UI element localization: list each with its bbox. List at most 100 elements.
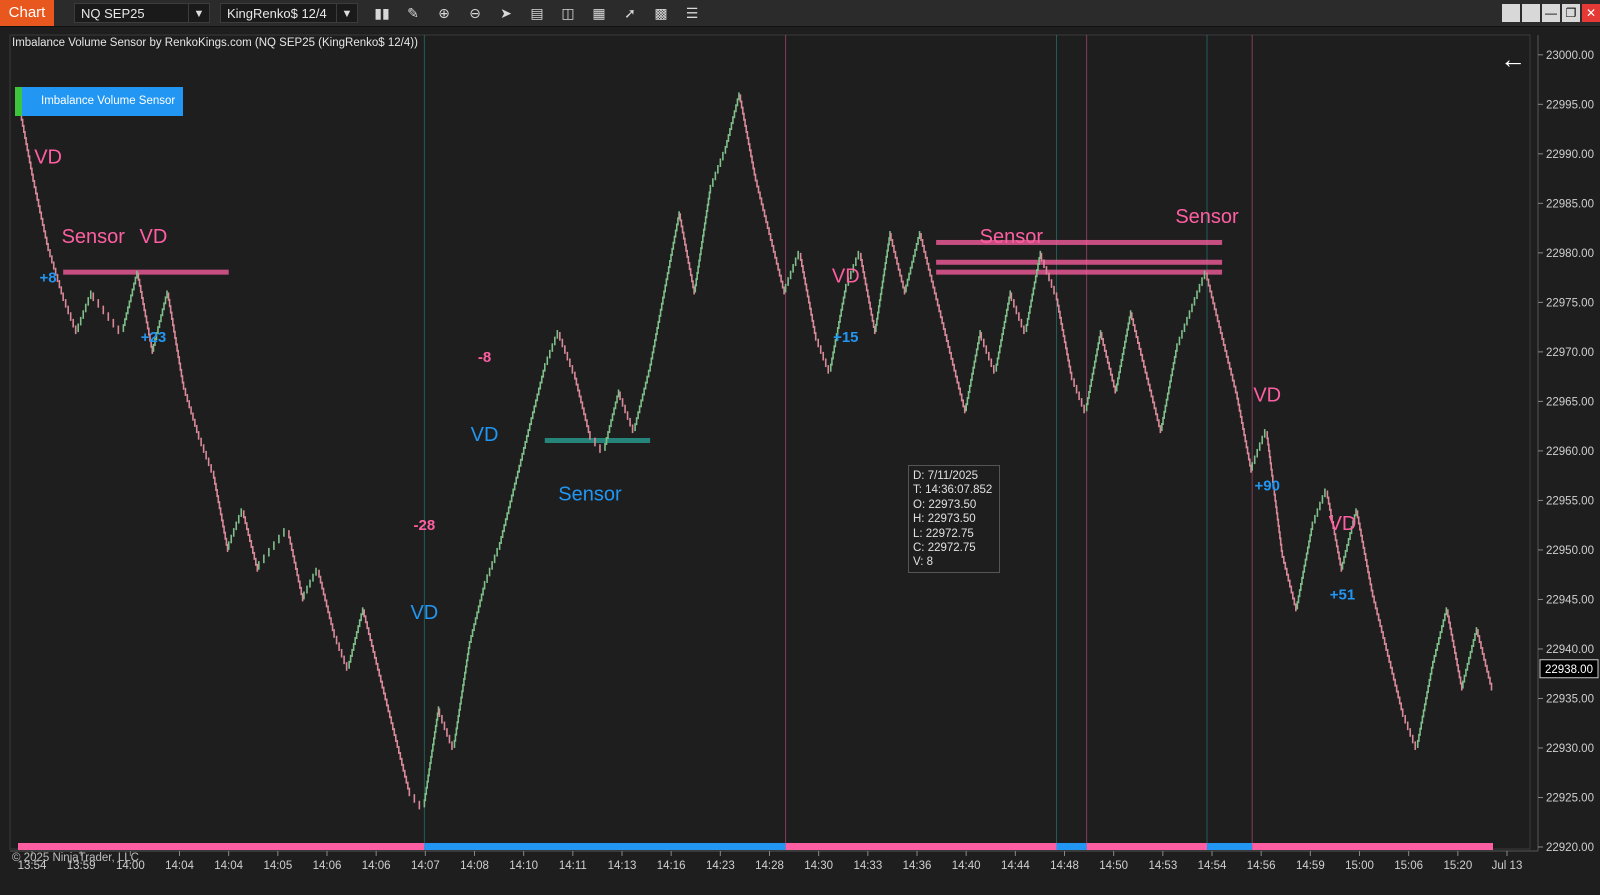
signal-label: -8 [478, 349, 491, 366]
x-tick-label: 14:44 [1001, 860, 1030, 872]
x-tick-label: 14:04 [165, 860, 194, 872]
y-tick-label: 22975.00 [1546, 297, 1594, 309]
instrument-label: NQ SEP25 [81, 6, 145, 21]
pointer-icon[interactable]: ➤ [495, 3, 517, 23]
signal-label: Sensor [558, 483, 622, 505]
signal-label: Sensor [980, 226, 1044, 248]
indicator-label: Imbalance Volume Sensor by RenkoKings.co… [12, 37, 418, 49]
zoom-in-icon[interactable]: ⊕ [433, 3, 455, 23]
data-box-icon[interactable]: ▤ [526, 3, 548, 23]
x-tick-label: 14:05 [263, 860, 292, 872]
x-tick-label: 14:04 [214, 860, 243, 872]
y-tick-label: 22990.00 [1546, 149, 1594, 161]
session-bar-segment [1086, 843, 1208, 850]
x-tick-label: 14:11 [559, 860, 587, 872]
tooltip-open: O: 22973.50 [913, 498, 977, 511]
tooltip-low: L: 22972.75 [913, 527, 974, 540]
y-tick-label: 22965.00 [1546, 396, 1594, 408]
session-bar-segment [18, 843, 425, 850]
y-tick-label: 22930.00 [1546, 743, 1594, 755]
x-tick-label: 14:06 [313, 860, 342, 872]
x-tick-label: 14:30 [804, 860, 833, 872]
session-bar-segment [785, 843, 1057, 850]
y-tick-label: 22945.00 [1546, 594, 1594, 606]
x-tick-label: 14:23 [706, 860, 735, 872]
signal-label: VD [34, 147, 62, 169]
price-chart[interactable]: VD Sensor VD +8 +23 -8 VD -28 VD Sensor VD +15 Senso… [0, 27, 1600, 895]
minimize-icon[interactable]: — [1542, 4, 1560, 22]
indicators-icon[interactable]: ▦ [588, 3, 610, 23]
x-tick-label: 14:28 [755, 860, 784, 872]
x-tick-label: 14:10 [509, 860, 538, 872]
signal-label: +23 [141, 329, 166, 346]
chart-tab[interactable]: Chart [0, 0, 54, 26]
y-tick-label: 22960.00 [1546, 446, 1594, 458]
session-bar-segment [1207, 843, 1253, 850]
last-price-label: 22938.00 [1545, 664, 1593, 676]
x-tick-label: 14:59 [1296, 860, 1325, 872]
imbalance-zone [63, 269, 229, 275]
bar-type-label: KingRenko$ 12/4 [227, 6, 327, 21]
y-tick-label: 22940.00 [1546, 644, 1594, 656]
x-tick-label: 14:33 [853, 860, 882, 872]
x-tick-label: 14:16 [657, 860, 686, 872]
instrument-selector[interactable]: NQ SEP25 ▼ [74, 3, 210, 23]
signal-label: Sensor [1175, 206, 1239, 228]
x-tick-label: 15:00 [1345, 860, 1374, 872]
signal-label: +15 [833, 329, 858, 346]
session-bar-segment [1056, 843, 1087, 850]
tooltip-time: T: 14:36:07.852 [913, 484, 993, 497]
y-tick-label: 22955.00 [1546, 495, 1594, 507]
signal-label: VD [1253, 384, 1281, 406]
back-arrow-icon[interactable]: ← [1500, 44, 1526, 75]
x-tick-label: 14:36 [903, 860, 932, 872]
chevron-down-icon[interactable]: ▼ [188, 4, 209, 22]
y-tick-label: 22980.00 [1546, 248, 1594, 260]
x-tick-label: 14:40 [952, 860, 981, 872]
signal-label: Sensor [62, 226, 126, 248]
zoom-out-icon[interactable]: ⊖ [464, 3, 486, 23]
session-bar-segment [424, 843, 786, 850]
x-tick-label: 15:06 [1394, 860, 1423, 872]
imbalance-zone [936, 269, 1223, 275]
copyright-text: © 2025 NinjaTrader, LLC [12, 852, 139, 864]
y-tick-label: 22970.00 [1546, 347, 1594, 359]
object-list-icon[interactable]: ☰ [681, 3, 703, 23]
imbalance-volume-sensor-button[interactable]: Imbalance Volume Sensor [15, 87, 183, 116]
x-tick-label: 14:13 [608, 860, 637, 872]
data-tooltip: D: 7/11/2025 T: 14:36:07.852 O: 22973.50… [908, 465, 1000, 573]
bar-style-icon[interactable]: ▮▮ [371, 3, 393, 23]
tile-icon[interactable] [1522, 4, 1540, 22]
x-tick-label: 15:20 [1443, 860, 1472, 872]
y-tick-label: 22995.00 [1546, 99, 1594, 111]
signal-label: VD [1329, 513, 1357, 535]
x-tick-label: 14:56 [1247, 860, 1276, 872]
x-tick-label: 14:06 [362, 860, 391, 872]
y-tick-label: 22985.00 [1546, 198, 1594, 210]
chevron-down-icon[interactable]: ▼ [336, 4, 357, 22]
signal-label: VD [410, 602, 438, 624]
tooltip-date: D: 7/11/2025 [913, 470, 979, 482]
close-icon[interactable]: ✕ [1582, 4, 1600, 22]
properties-icon[interactable]: ◫ [557, 3, 579, 23]
maximize-icon[interactable]: ❐ [1562, 4, 1580, 22]
y-tick-label: 23000.00 [1546, 50, 1594, 62]
tooltip-high: H: 22973.50 [913, 513, 976, 526]
bar-type-selector[interactable]: KingRenko$ 12/4 ▼ [220, 3, 358, 23]
x-tick-label: 14:53 [1148, 860, 1177, 872]
x-tick-label: 14:07 [411, 860, 440, 872]
chart-toolbar: Chart NQ SEP25 ▼ KingRenko$ 12/4 ▼ ▮▮ ✎ … [0, 0, 1600, 27]
strategies-icon[interactable]: ➚ [619, 3, 641, 23]
chart-trader-icon[interactable]: ▩ [650, 3, 672, 23]
signal-label: +90 [1255, 478, 1280, 495]
x-tick-label: 14:50 [1099, 860, 1128, 872]
signal-label: +8 [40, 270, 57, 287]
tile-icon[interactable] [1502, 4, 1520, 22]
plot-area [9, 34, 1531, 850]
signal-label: VD [140, 226, 168, 248]
tooltip-volume: V: 8 [913, 556, 934, 569]
y-tick-label: 22950.00 [1546, 545, 1594, 557]
ivs-button-label: Imbalance Volume Sensor [41, 95, 176, 107]
signal-label: +51 [1330, 586, 1355, 603]
draw-tool-icon[interactable]: ✎ [402, 3, 424, 23]
